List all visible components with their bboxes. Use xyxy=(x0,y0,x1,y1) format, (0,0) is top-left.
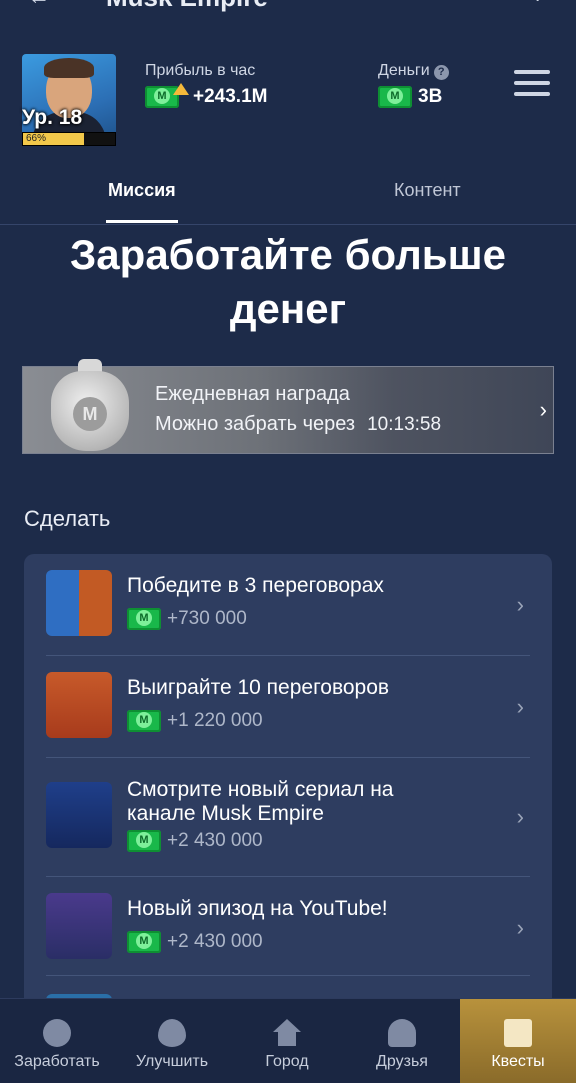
nav-upgrade[interactable]: Улучшить xyxy=(114,999,230,1083)
tab-content[interactable]: Контент xyxy=(394,180,461,201)
task-title: Новый эпизод на YouTube! xyxy=(127,897,388,920)
nav-friends[interactable]: Друзья xyxy=(344,999,460,1083)
nav-earn[interactable]: Заработать xyxy=(0,999,114,1083)
chevron-right-icon: › xyxy=(516,694,524,719)
section-title: Сделать xyxy=(24,506,111,531)
level-label: Ур. 18 xyxy=(22,106,83,129)
task-reward: +2 430 000 xyxy=(167,830,263,851)
bottom-nav: Заработать Улучшить Город Друзья Квесты xyxy=(0,998,576,1083)
money-bag-icon: M xyxy=(51,359,129,455)
task-reward: +1 220 000 xyxy=(167,710,263,731)
nav-label: Город xyxy=(265,1053,309,1070)
list-item[interactable]: Новый эпизод на YouTube! +2 430 000 › xyxy=(46,877,530,976)
chevron-down-icon[interactable]: ⌄ xyxy=(529,0,546,7)
list-item[interactable]: Победите в 3 переговорах +730 000 › xyxy=(46,554,530,656)
money-bill-icon xyxy=(127,710,161,732)
task-reward: +730 000 xyxy=(167,608,247,629)
task-title: Победите в 3 переговорах xyxy=(127,574,384,597)
flame-icon xyxy=(158,1019,186,1047)
chevron-right-icon: › xyxy=(516,592,524,617)
chevron-right-icon: › xyxy=(516,915,524,940)
money-bill-icon xyxy=(127,931,161,953)
profile-header: Ур. 18 66% Прибыль в час +243.1M Деньги?… xyxy=(22,54,554,150)
profit-label: Прибыль в час xyxy=(145,62,256,79)
level-progress-label: 66% xyxy=(26,133,47,144)
money-label: Деньги xyxy=(378,62,430,79)
money-balance: Деньги? 3B xyxy=(378,62,449,108)
nav-label: Заработать xyxy=(14,1053,100,1070)
task-thumbnail xyxy=(46,570,112,636)
profit-per-hour: Прибыль в час +243.1M xyxy=(145,62,267,108)
arrow-up-icon xyxy=(173,83,189,95)
daily-reward-card[interactable]: M Ежедневная награда Можно забрать через… xyxy=(22,359,554,454)
daily-reward-subtitle: Можно забрать через xyxy=(155,413,356,435)
app-title: Musk Empire xyxy=(106,0,268,13)
nav-label: Квесты xyxy=(491,1053,545,1070)
page-title: Заработайте больше денег xyxy=(70,231,506,332)
nav-label: Друзья xyxy=(376,1053,428,1070)
money-value: 3B xyxy=(418,86,443,107)
money-bill-icon xyxy=(127,830,161,852)
task-thumbnail xyxy=(46,672,112,738)
users-icon xyxy=(388,1019,416,1047)
tab-mission[interactable]: Миссия xyxy=(106,180,178,223)
menu-icon[interactable] xyxy=(514,70,550,98)
chevron-right-icon: › xyxy=(539,397,547,422)
tab-bar: Миссия Контент xyxy=(0,176,576,225)
list-item[interactable]: Смотрите новый сериал на канале Musk Emp… xyxy=(46,758,530,877)
task-reward: +2 430 000 xyxy=(167,931,263,952)
list-item[interactable]: Выиграйте 10 переговоров +1 220 000 › xyxy=(46,656,530,758)
task-title: Смотрите новый сериал на канале Musk Emp… xyxy=(127,778,394,825)
clipboard-icon xyxy=(504,1019,532,1047)
nav-label: Улучшить xyxy=(135,1053,209,1070)
task-title: Выиграйте 10 переговоров xyxy=(127,676,390,699)
daily-reward-countdown: 10:13:58 xyxy=(367,414,442,435)
profit-value: +243.1M xyxy=(193,86,268,107)
level-progress-bar: 66% xyxy=(22,132,116,146)
daily-reward-title: Ежедневная награда xyxy=(155,383,350,405)
task-thumbnail xyxy=(46,782,112,848)
thumbs-up-icon xyxy=(43,1019,71,1047)
nav-quests[interactable]: Квесты xyxy=(460,999,576,1083)
chevron-right-icon: › xyxy=(516,804,524,829)
nav-city[interactable]: Город xyxy=(230,999,344,1083)
top-app-bar: ← Musk Empire ⌄ xyxy=(0,0,576,13)
task-thumbnail xyxy=(46,893,112,959)
task-list: Победите в 3 переговорах +730 000 › Выиг… xyxy=(24,554,552,1024)
money-bill-icon xyxy=(378,86,412,108)
back-arrow-icon[interactable]: ← xyxy=(28,0,50,10)
help-icon[interactable]: ? xyxy=(433,65,449,80)
money-bill-icon xyxy=(127,608,161,630)
house-icon xyxy=(273,1019,301,1047)
